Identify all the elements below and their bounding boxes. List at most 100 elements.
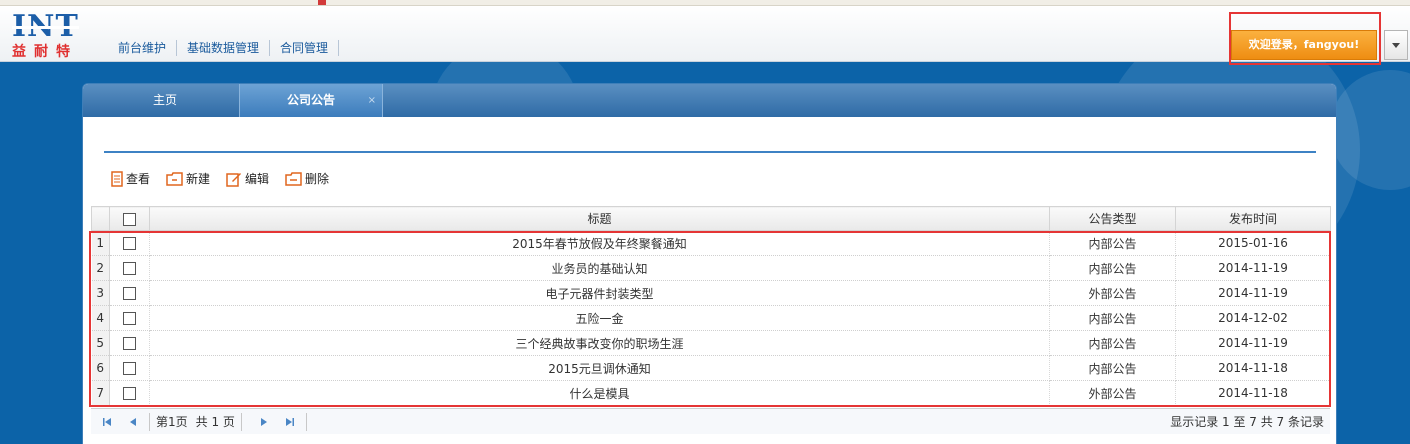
- cell-type: 外部公告: [1049, 380, 1176, 406]
- row-number: 5: [91, 330, 110, 356]
- edit-icon: [226, 173, 242, 187]
- edit-button[interactable]: 编辑: [226, 171, 269, 187]
- cell-date: 2014-11-19: [1175, 255, 1331, 281]
- cell-type: 内部公告: [1049, 305, 1176, 331]
- edit-label: 编辑: [245, 172, 270, 186]
- table-row[interactable]: 4 五险一金 内部公告 2014-12-02: [91, 305, 1331, 331]
- folder-remove-icon: [285, 172, 302, 186]
- cell-date: 2014-11-19: [1175, 330, 1331, 356]
- row-checkbox-cell: [109, 380, 150, 406]
- folder-add-icon: [166, 172, 183, 186]
- delete-button[interactable]: 删除: [285, 171, 329, 187]
- chevron-down-icon: [1392, 43, 1400, 48]
- cell-type: 内部公告: [1049, 255, 1176, 281]
- tab-bar: 主页 公司公告 ×: [83, 84, 1336, 117]
- close-icon[interactable]: ×: [368, 84, 376, 117]
- content-panel: 主页 公司公告 × 查看 新建 编辑 删除 标题 公告类型 发布时间 1 201…: [82, 83, 1337, 444]
- pager-separator: [240, 412, 242, 431]
- cell-date: 2014-11-19: [1175, 280, 1331, 306]
- cell-title[interactable]: 三个经典故事改变你的职场生涯: [149, 330, 1050, 356]
- row-checkbox-cell: [109, 230, 150, 256]
- row-checkbox[interactable]: [123, 337, 136, 350]
- logo-mark: INT: [12, 9, 79, 44]
- column-header-type[interactable]: 公告类型: [1049, 206, 1176, 231]
- row-checkbox[interactable]: [123, 312, 136, 325]
- row-checkbox[interactable]: [123, 287, 136, 300]
- row-checkbox[interactable]: [123, 262, 136, 275]
- last-page-button[interactable]: [280, 412, 300, 432]
- tab-announcements[interactable]: 公司公告 ×: [239, 84, 383, 117]
- row-number: 1: [91, 230, 110, 256]
- cell-date: 2014-12-02: [1175, 305, 1331, 331]
- next-page-button[interactable]: [254, 412, 274, 432]
- row-checkbox-cell: [109, 330, 150, 356]
- tab-announcements-label: 公司公告: [286, 93, 335, 107]
- table-row[interactable]: 5 三个经典故事改变你的职场生涯 内部公告 2014-11-19: [91, 330, 1331, 356]
- row-number: 6: [91, 355, 110, 381]
- table-row[interactable]: 1 2015年春节放假及年终聚餐通知 内部公告 2015-01-16: [91, 230, 1331, 256]
- prev-page-button[interactable]: [123, 412, 143, 432]
- pager-separator: [149, 412, 150, 431]
- column-header-date[interactable]: 发布时间: [1175, 206, 1331, 231]
- row-checkbox[interactable]: [123, 237, 136, 250]
- pager-separator: [305, 412, 307, 431]
- row-checkbox[interactable]: [123, 387, 136, 400]
- user-welcome-button[interactable]: 欢迎登录，fangyou!: [1231, 30, 1377, 60]
- pagination-bar: 第1页 共 1 页 显示记录 1 至 7 共 7 条记录: [91, 408, 1330, 434]
- cell-date: 2015-01-16: [1175, 230, 1331, 256]
- view-label: 查看: [126, 172, 151, 186]
- cell-date: 2014-11-18: [1175, 380, 1331, 406]
- row-checkbox-cell: [109, 255, 150, 281]
- tab-marker: [318, 0, 326, 5]
- cell-type: 内部公告: [1049, 230, 1176, 256]
- prev-page-icon: [130, 417, 136, 426]
- cell-type: 内部公告: [1049, 355, 1176, 381]
- cell-title[interactable]: 五险一金: [149, 305, 1050, 331]
- cell-title[interactable]: 业务员的基础认知: [149, 255, 1050, 281]
- table-row[interactable]: 6 2015元旦调休通知 内部公告 2014-11-18: [91, 355, 1331, 381]
- row-number-header: [91, 206, 110, 231]
- cell-title[interactable]: 2015年春节放假及年终聚餐通知: [149, 230, 1050, 256]
- table-header-row: 标题 公告类型 发布时间: [91, 206, 1331, 231]
- app-header: INT 益耐特 前台维护 基础数据管理 合同管理: [0, 6, 1410, 62]
- table-row[interactable]: 7 什么是模具 外部公告 2014-11-18: [91, 380, 1331, 406]
- select-all-cell: [109, 206, 150, 231]
- tab-home[interactable]: 主页: [91, 84, 239, 117]
- company-logo: INT 益耐特: [12, 12, 90, 60]
- announcements-grid: 标题 公告类型 发布时间 1 2015年春节放假及年终聚餐通知 内部公告 201…: [91, 206, 1331, 406]
- logo-name: 益耐特: [12, 44, 78, 60]
- main-nav: 前台维护 基础数据管理 合同管理: [108, 40, 340, 56]
- row-number: 3: [91, 280, 110, 306]
- cell-type: 内部公告: [1049, 330, 1176, 356]
- row-checkbox-cell: [109, 305, 150, 331]
- cell-title[interactable]: 2015元旦调休通知: [149, 355, 1050, 381]
- row-checkbox-cell: [109, 355, 150, 381]
- user-menu-dropdown[interactable]: [1384, 30, 1408, 60]
- nav-item-frontend[interactable]: 前台维护: [108, 40, 178, 56]
- toolbar: 查看 新建 编辑 删除: [111, 171, 345, 187]
- next-page-icon: [260, 417, 267, 426]
- new-label: 新建: [186, 172, 211, 186]
- page-number-input[interactable]: 1: [168, 415, 176, 429]
- row-checkbox[interactable]: [123, 362, 136, 375]
- document-icon: [111, 171, 123, 187]
- nav-item-contracts[interactable]: 合同管理: [270, 40, 340, 56]
- select-all-checkbox[interactable]: [123, 212, 136, 226]
- page-prefix: 第: [156, 415, 169, 429]
- page-unit: 页: [175, 415, 188, 429]
- table-row[interactable]: 3 电子元器件封装类型 外部公告 2014-11-19: [91, 280, 1331, 306]
- cell-title[interactable]: 电子元器件封装类型: [149, 280, 1050, 306]
- total-pages: 共 1 页: [195, 415, 235, 429]
- column-header-title[interactable]: 标题: [149, 206, 1050, 231]
- cell-title[interactable]: 什么是模具: [149, 380, 1050, 406]
- nav-item-basic-data[interactable]: 基础数据管理: [177, 40, 271, 56]
- delete-label: 删除: [305, 172, 330, 186]
- first-page-icon: [103, 417, 111, 426]
- cell-date: 2014-11-18: [1175, 355, 1331, 381]
- first-page-button[interactable]: [97, 412, 117, 432]
- row-number: 4: [91, 305, 110, 331]
- table-row[interactable]: 2 业务员的基础认知 内部公告 2014-11-19: [91, 255, 1331, 281]
- new-button[interactable]: 新建: [166, 171, 210, 187]
- cell-type: 外部公告: [1049, 280, 1176, 306]
- view-button[interactable]: 查看: [111, 171, 150, 187]
